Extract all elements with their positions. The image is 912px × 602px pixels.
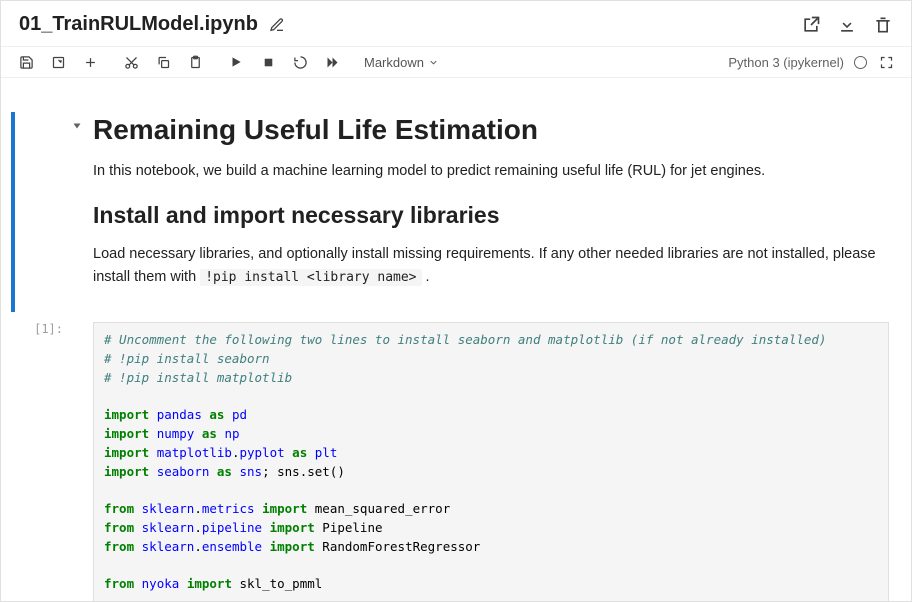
add-cell-icon[interactable] [81, 53, 99, 71]
md-paragraph: Load necessary libraries, and optionally… [93, 243, 889, 288]
heading-h2: Install and import necessary libraries [93, 202, 889, 229]
kernel-name[interactable]: Python 3 (ipykernel) [728, 55, 844, 70]
code-editor[interactable]: # Uncomment the following two lines to i… [93, 322, 889, 601]
markdown-body: Remaining Useful Life Estimation In this… [89, 102, 893, 308]
cell-type-label: Markdown [364, 55, 424, 70]
kernel-status-indicator[interactable] [854, 56, 867, 69]
export-icon[interactable] [49, 53, 67, 71]
code-body: # Uncomment the following two lines to i… [89, 316, 893, 601]
titlebar: 01_TrainRULModel.ipynb [1, 1, 911, 47]
collapse-toggle[interactable] [71, 102, 89, 308]
restart-kernel-icon[interactable] [291, 53, 309, 71]
code-cell[interactable]: [1]: # Uncomment the following two lines… [1, 312, 911, 601]
stop-icon[interactable] [259, 53, 277, 71]
notebook-root: 01_TrainRULModel.ipynb [0, 0, 912, 602]
markdown-cell[interactable]: Remaining Useful Life Estimation In this… [1, 98, 911, 312]
delete-icon[interactable] [873, 15, 893, 35]
paste-icon[interactable] [186, 53, 204, 71]
copy-icon[interactable] [154, 53, 172, 71]
rename-icon[interactable] [268, 16, 286, 34]
run-icon[interactable] [227, 53, 245, 71]
chevron-down-icon [428, 57, 439, 68]
run-all-icon[interactable] [323, 53, 341, 71]
download-icon[interactable] [837, 15, 857, 35]
file-title: 01_TrainRULModel.ipynb [19, 13, 258, 36]
notebook-content[interactable]: Remaining Useful Life Estimation In this… [1, 78, 911, 601]
expand-icon[interactable] [877, 53, 895, 71]
heading-h1: Remaining Useful Life Estimation [93, 114, 889, 146]
open-external-icon[interactable] [801, 15, 821, 35]
cut-icon[interactable] [122, 53, 140, 71]
md-paragraph: In this notebook, we build a machine lea… [93, 160, 889, 182]
cell-prompt [11, 102, 71, 308]
inline-code: !pip install <library name> [200, 269, 421, 286]
save-icon[interactable] [17, 53, 35, 71]
cell-prompt: [1]: [11, 316, 71, 601]
md-text: . [422, 269, 430, 285]
toolbar: Markdown Python 3 (ipykernel) [1, 47, 911, 78]
cell-type-selector[interactable]: Markdown [364, 55, 439, 70]
